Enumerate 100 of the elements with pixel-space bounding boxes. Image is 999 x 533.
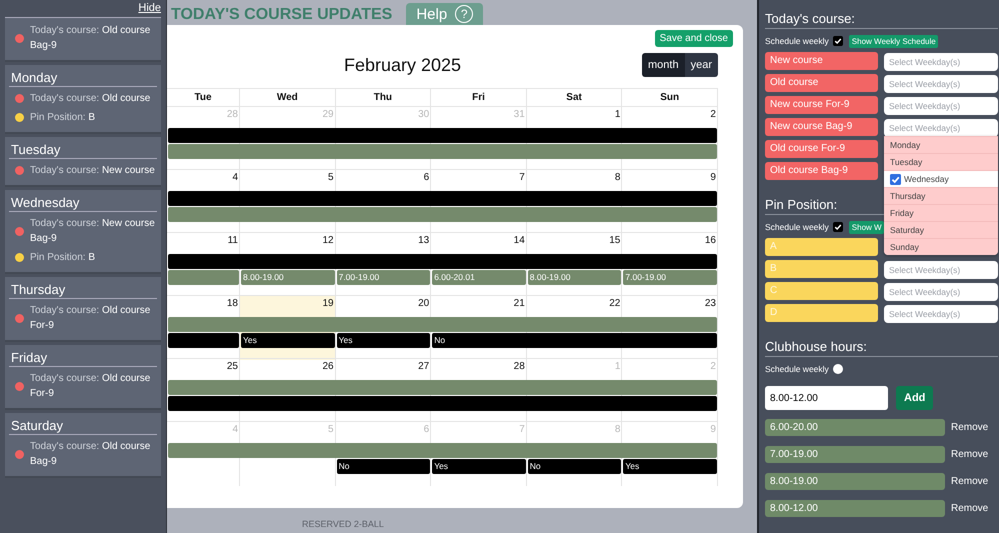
day-heading: Friday: [9, 348, 157, 367]
day-number: 18: [226, 297, 239, 311]
day-heading: Saturday: [9, 416, 157, 435]
day-number: 6: [424, 423, 430, 437]
day-number: 28: [514, 360, 526, 374]
event-bar[interactable]: 8.00-19.00: [528, 270, 622, 285]
day-number: 4: [232, 171, 239, 185]
weekday-option[interactable]: Monday: [884, 136, 998, 153]
weekday-header: Thu: [336, 89, 432, 106]
event-bar[interactable]: 6.00-20.01: [432, 270, 526, 285]
event-bar[interactable]: [168, 207, 717, 222]
weekday-select[interactable]: Select Weekday(s): [884, 305, 998, 323]
day-heading: Wednesday: [9, 193, 157, 212]
weekday-select[interactable]: Select Weekday(s): [884, 261, 998, 279]
day-number: 22: [609, 297, 622, 311]
remove-link[interactable]: Remove: [951, 476, 988, 487]
day-number: 5: [328, 423, 335, 437]
day-number: 19: [322, 297, 335, 311]
event-bar[interactable]: [168, 144, 717, 159]
event-bar[interactable]: 7.00-19.00: [623, 270, 717, 285]
weekday-header: Tue: [167, 89, 240, 106]
entry-text: Today's course: New course: [30, 164, 155, 178]
event-bar[interactable]: No: [528, 459, 622, 474]
event-bar[interactable]: [168, 191, 717, 206]
event-bar[interactable]: 8.00-19.00: [241, 270, 335, 285]
schedule-label: Schedule weekly: [765, 222, 829, 232]
schedule-checkbox[interactable]: [832, 364, 843, 374]
schedule-label: Schedule weekly: [765, 36, 829, 46]
weekday-header: Sun: [622, 89, 718, 106]
weekday-option[interactable]: Friday: [884, 204, 998, 221]
entry-text: Today's course: New course Bag-9: [30, 217, 156, 246]
hours-input[interactable]: 8.00-12.00: [765, 386, 888, 410]
event-bar[interactable]: [168, 333, 239, 348]
hours-pill: 7.00-19.00: [765, 446, 945, 463]
day-number: 23: [704, 297, 717, 311]
calendar-title: February 2025: [344, 54, 462, 76]
show-schedule-button[interactable]: Show Weekly Schedule: [848, 34, 938, 48]
day-number: 29: [322, 108, 335, 122]
event-bar[interactable]: Yes: [623, 459, 717, 474]
event-bar[interactable]: No: [432, 333, 717, 348]
view-tab[interactable]: year: [684, 53, 718, 77]
entry-text: Today's course: Old course For-9: [30, 304, 152, 333]
day-number: 7: [519, 171, 526, 185]
event-bar[interactable]: 7.00-19.00: [336, 270, 430, 285]
day-number: 1: [614, 360, 622, 374]
day-number: 14: [514, 234, 526, 248]
day-number: 25: [226, 360, 239, 374]
section-title: Today's course:: [765, 0, 998, 29]
weekday-select[interactable]: Select Weekday(s): [884, 283, 998, 301]
weekday-option[interactable]: Thursday: [884, 187, 998, 204]
weekday-option[interactable]: Sunday: [884, 238, 998, 255]
schedule-checkbox[interactable]: [832, 222, 843, 232]
day-number: 31: [514, 108, 526, 122]
weekday-select[interactable]: Select Weekday(s): [884, 97, 998, 115]
day-heading: Tuesday: [9, 140, 157, 159]
weekday-header: Wed: [240, 89, 336, 106]
day-number: 12: [322, 234, 335, 248]
event-bar[interactable]: Yes: [432, 459, 526, 474]
weekday-select[interactable]: Select Weekday(s): [884, 119, 998, 137]
weekday-select[interactable]: Select Weekday(s): [884, 53, 998, 71]
event-bar[interactable]: [168, 270, 239, 285]
event-bar[interactable]: [168, 396, 717, 411]
view-tab[interactable]: month: [642, 53, 685, 77]
day-number: 11: [228, 234, 239, 248]
day-number: 4: [232, 423, 239, 437]
remove-link[interactable]: Remove: [951, 449, 988, 460]
day-number: 7: [519, 423, 526, 437]
day-heading: Thursday: [9, 280, 157, 299]
weekday-header: Sat: [526, 89, 622, 106]
day-number: 5: [328, 171, 335, 185]
day-number: 6: [424, 171, 430, 185]
schedule-label: Schedule weekly: [765, 364, 829, 374]
day-number: 26: [322, 360, 335, 374]
hours-pill: 8.00-12.00: [765, 500, 945, 517]
day-number: 8: [614, 171, 622, 185]
day-number: 1: [614, 108, 622, 122]
weekday-option[interactable]: Tuesday: [884, 153, 998, 170]
event-bar[interactable]: Yes: [241, 333, 335, 348]
event-bar[interactable]: [168, 443, 717, 458]
schedule-checkbox[interactable]: [832, 36, 843, 46]
remove-link[interactable]: Remove: [951, 422, 988, 433]
day-number: 13: [418, 234, 430, 248]
day-number: 15: [609, 234, 622, 248]
weekday-option[interactable]: Saturday: [884, 221, 998, 238]
event-bar[interactable]: [168, 380, 717, 395]
event-bar[interactable]: [168, 128, 717, 143]
event-bar[interactable]: No: [336, 459, 430, 474]
weekday-select[interactable]: Select Weekday(s): [884, 75, 998, 93]
weekday-option[interactable]: Wednesday: [884, 170, 998, 187]
remove-link[interactable]: Remove: [951, 503, 988, 514]
entry-text: Today's course: Old course Bag-9: [30, 440, 152, 469]
event-bar[interactable]: [168, 254, 717, 269]
event-bar[interactable]: [168, 317, 717, 332]
show-schedule-button[interactable]: Show W: [848, 220, 884, 234]
day-number: 21: [514, 297, 526, 311]
hide-link[interactable]: Hide: [138, 0, 161, 17]
event-bar[interactable]: Yes: [336, 333, 430, 348]
day-number: 28: [226, 108, 239, 122]
add-button[interactable]: Add: [896, 386, 934, 410]
entry-text: Pin Position: B: [30, 251, 96, 265]
